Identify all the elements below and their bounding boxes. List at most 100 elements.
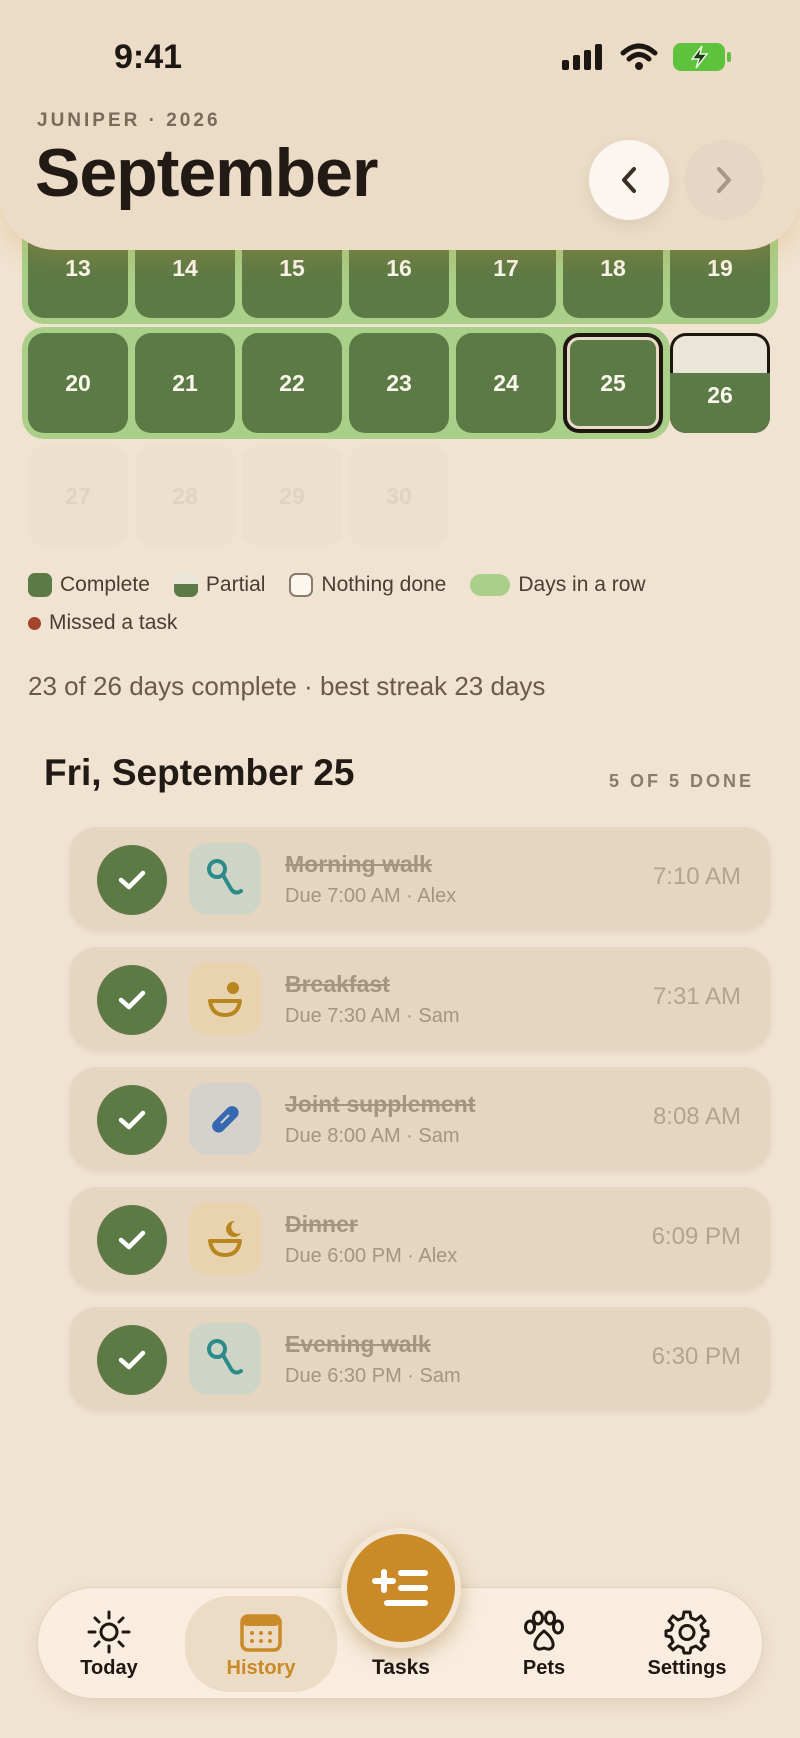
task-done-time: 6:09 PM [651,1223,741,1250]
tab-history[interactable]: History [185,1596,337,1692]
task-icon-tile [189,1203,261,1275]
calendar-week-27: 27 28 29 30 [28,446,449,546]
tab-today-label: Today [80,1656,138,1679]
task-name: Morning walk [285,851,432,877]
task-done-time: 7:10 AM [652,863,741,890]
task-name: Dinner [285,1211,358,1237]
task-due: Due 6:30 PM · Sam [285,1365,461,1387]
calendar-day-future: 29 [242,446,342,546]
task-done-time: 6:30 PM [651,1343,741,1370]
legend-complete-label: Complete [60,573,150,596]
pet-year-eyebrow: JUNIPER · 2026 [37,110,221,131]
task-icon-tile [189,843,261,915]
signal-icon [562,44,602,70]
legend-missed: Missed a task [28,611,177,635]
leash-icon [207,859,243,895]
completed-checkmark[interactable] [97,1205,167,1275]
completed-checkmark[interactable] [97,965,167,1035]
completed-checkmark[interactable] [97,1325,167,1395]
legend-complete: Complete [28,573,150,597]
legend-streak: Days in a row [470,573,646,597]
task-due: Due 7:00 AM · Alex [285,885,457,907]
task-row[interactable]: Morning walk Due 7:00 AM · Alex 7:10 AM [69,827,771,931]
next-month-button[interactable] [684,140,764,220]
legend-partial: Partial [173,573,266,597]
complete-swatch [28,573,52,597]
calendar-day-future: 28 [135,446,235,546]
task-due: Due 8:00 AM · Sam [285,1125,460,1147]
calendar-day[interactable]: 20 [28,333,128,433]
streak-swatch [470,574,511,596]
calendar-day-future: 27 [28,446,128,546]
calendar-day-partial[interactable]: 26 [670,333,770,433]
check-icon [118,1110,146,1130]
legend-streak-label: Days in a row [518,573,646,596]
sun-icon [87,1610,131,1653]
chevron-right-icon [717,167,731,193]
tab-today[interactable]: Today [44,1588,174,1700]
task-done-time: 7:31 AM [652,983,741,1010]
task-due: Due 6:00 PM · Alex [285,1245,458,1267]
dinner-bowl-icon [208,1220,242,1257]
tab-tasks-label: Tasks [372,1656,430,1679]
task-row[interactable]: Dinner Due 6:00 PM · Alex 6:09 PM [69,1187,771,1291]
partial-swatch [173,573,198,597]
add-list-icon [372,1569,428,1606]
calendar-day-future: 30 [349,446,449,546]
task-icon-tile [189,963,261,1035]
tasks-done-count: 5 OF 5 DONE [608,771,754,791]
calendar-day[interactable]: 22 [242,333,342,433]
header: 9:41 JUNIPER · 2026 September [0,0,800,250]
calendar-week-20: 20 21 22 23 24 25 26 [28,333,770,433]
status-icons [562,42,732,72]
task-due: Due 7:30 AM · Sam [285,1005,460,1027]
food-bowl-icon [208,982,242,1017]
previous-month-button[interactable] [589,140,669,220]
task-done-time: 8:08 AM [652,1103,741,1130]
calendar-day-number: 26 [707,381,733,408]
tab-history-label: History [226,1656,296,1679]
gear-icon [664,1610,710,1654]
check-icon [118,1230,146,1250]
leash-icon [207,1339,243,1375]
battery-charging-icon [673,43,731,71]
legend-nothing: Nothing done [289,573,446,597]
completed-checkmark[interactable] [97,845,167,915]
tab-pets-label: Pets [522,1656,566,1679]
task-name: Breakfast [285,971,390,997]
missed-dot [28,616,41,630]
task-row[interactable]: Breakfast Due 7:30 AM · Sam 7:31 AM [69,947,771,1051]
pill-icon [212,1106,239,1133]
status-time: 9:41 [114,38,183,76]
calendar-day-selected[interactable]: 25 [563,333,663,433]
legend-nothing-label: Nothing done [321,573,447,596]
tab-settings[interactable]: Settings [617,1588,757,1700]
calendar-day[interactable]: 21 [135,333,235,433]
completed-checkmark[interactable] [97,1085,167,1155]
task-icon-tile [189,1083,261,1155]
calendar-legend: Complete Partial Nothing done Days in a … [28,573,768,649]
calendar-day[interactable]: 24 [456,333,556,433]
legend-partial-label: Partial [205,573,266,596]
check-icon [118,990,146,1010]
check-icon [118,870,146,890]
tab-settings-label: Settings [647,1656,727,1679]
legend-missed-label: Missed a task [49,611,178,634]
calendar-icon [240,1613,282,1652]
task-icon-tile [189,1323,261,1395]
calendar-day[interactable]: 23 [349,333,449,433]
selected-day-title: Fri, September 25 [44,752,355,793]
month-title: September [35,135,378,211]
check-icon [118,1350,146,1370]
month-summary: 23 of 26 days complete · best streak 23 … [28,671,546,701]
tab-pets[interactable]: Pets [479,1588,609,1700]
task-row[interactable]: Joint supplement Due 8:00 AM · Sam 8:08 … [69,1067,771,1171]
task-name: Evening walk [285,1331,431,1357]
chevron-left-icon [622,167,636,193]
task-name: Joint supplement [285,1091,476,1117]
task-row[interactable]: Evening walk Due 6:30 PM · Sam 6:30 PM [69,1307,771,1411]
wifi-icon [620,43,658,70]
nothing-swatch [289,573,314,597]
tasks-fab-button[interactable] [341,1528,461,1648]
paw-icon [524,1610,564,1651]
